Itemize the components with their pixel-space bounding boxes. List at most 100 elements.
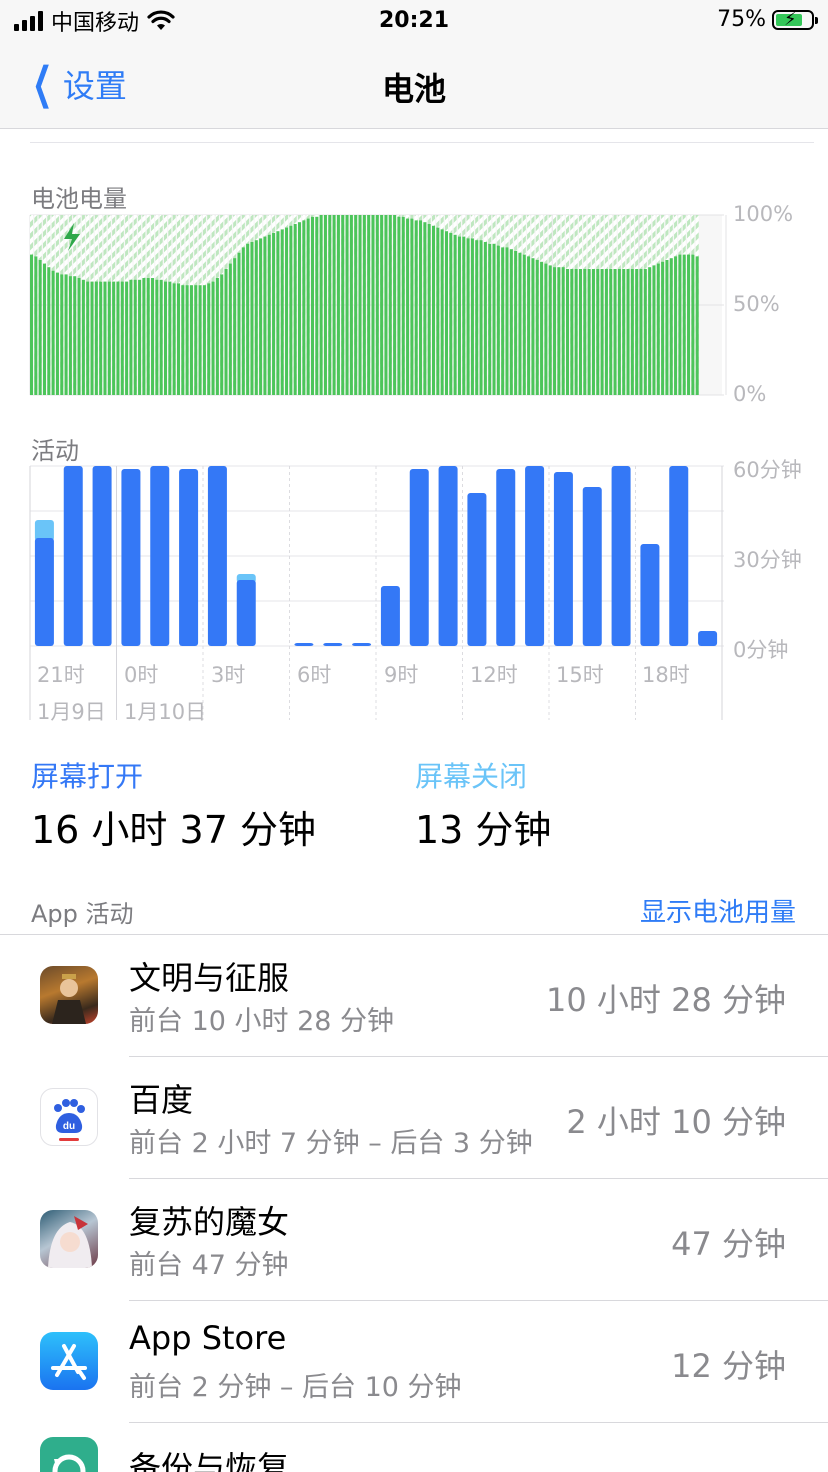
battery-level-bar [362, 215, 366, 395]
screen-time-summary: 屏幕打开 16 小时 37 分钟 屏幕关闭 13 分钟 [0, 755, 828, 852]
app-total-time: 12 分钟 [671, 1347, 786, 1385]
battery-level-bar [151, 278, 155, 395]
activity-bar-screen-on [352, 643, 372, 646]
show-battery-usage-link[interactable]: 显示电池用量 [640, 892, 796, 929]
battery-level-bar [30, 254, 34, 395]
battery-level-bar [332, 215, 336, 395]
app-row-app-store[interactable]: App Store 前台 2 分钟 – 后台 10 分钟 12 分钟 [0, 1301, 828, 1423]
battery-level-bar [99, 281, 103, 395]
battery-level-bar [345, 215, 349, 395]
battery-level-bar [142, 278, 146, 395]
screen-on-label: 屏幕打开 [31, 760, 144, 793]
battery-level-bar [120, 281, 124, 395]
activity-bar-screen-on [640, 544, 660, 646]
battery-level-bar [466, 238, 470, 395]
battery-level-bar [259, 238, 263, 395]
battery-level-bar [501, 247, 505, 395]
battery-level-bar [423, 222, 427, 395]
battery-level-bar [492, 243, 496, 395]
baidu-app-icon: du [40, 1088, 98, 1146]
battery-level-bar [133, 279, 137, 395]
battery-level-bar [643, 269, 647, 395]
battery-level-bar [600, 269, 604, 395]
activity-bar-screen-on [553, 472, 573, 646]
screen-on-summary[interactable]: 屏幕打开 16 小时 37 分钟 [31, 755, 316, 854]
battery-level-bar [125, 281, 129, 395]
activity-bar-screen-on [34, 538, 54, 646]
battery-level-bar [449, 233, 453, 395]
battery-level-bar [617, 269, 621, 395]
battery-level-bar [254, 240, 258, 395]
battery-level-bar [630, 269, 634, 395]
activity-bar-screen-on [409, 469, 429, 646]
charging-bolt-icon: ⚡ [784, 8, 797, 30]
battery-level-bar [176, 283, 180, 395]
battery-level-bar [310, 216, 314, 395]
app-detail: 前台 10 小时 28 分钟 [129, 1006, 395, 1037]
battery-level-bar [138, 279, 142, 395]
app-name: 备份与恢复 [129, 1449, 290, 1472]
battery-level-bar [181, 285, 185, 395]
witch-game-icon [40, 1210, 98, 1268]
battery-level-bar [384, 215, 388, 395]
battery-level-bar [518, 252, 522, 395]
battery-level-bar [306, 218, 310, 395]
battery-percent: 75% [717, 7, 766, 32]
activity-bar-screen-on [150, 466, 170, 646]
battery-level-bar [116, 281, 120, 395]
battery-level-bar [285, 227, 289, 395]
app-row-witch[interactable]: 复苏的魔女 前台 47 分钟 47 分钟 [0, 1179, 828, 1301]
battery-level-bar [298, 222, 302, 395]
battery-level-bar [302, 220, 306, 395]
top-bar: 中国移动 20:21 75% ⚡ ❮ 设置 电池 [0, 0, 828, 129]
screen-off-value: 13 分钟 [415, 808, 552, 852]
battery-level-bar [60, 274, 64, 395]
battery-level-bar [146, 278, 150, 395]
battery-level-bar [280, 229, 284, 395]
battery-level-bar [557, 267, 561, 395]
activity-axis-60: 60分钟 [733, 458, 802, 482]
app-row-civilization[interactable]: 文明与征服 前台 10 小时 28 分钟 10 小时 28 分钟 [0, 935, 828, 1057]
battery-level-bar [436, 227, 440, 395]
screen-off-summary[interactable]: 屏幕关闭 13 分钟 [415, 755, 551, 854]
app-row-baidu[interactable]: du 百度 前台 2 小时 7 分钟 – 后台 3 分钟 2 小时 10 分钟 [0, 1057, 828, 1179]
battery-level-bar [319, 215, 323, 395]
battery-level-bar [609, 269, 613, 395]
activity-bar-screen-on [582, 487, 602, 646]
battery-level-bar [349, 215, 353, 395]
battery-level-bar [591, 269, 595, 395]
battery-level-bar [341, 215, 345, 395]
battery-level-bar [578, 269, 582, 395]
app-store-icon [40, 1332, 98, 1390]
x-tick-0: 0时 [124, 663, 159, 687]
battery-level-bar [613, 269, 617, 395]
battery-level-bar [548, 265, 552, 395]
battery-level-bar [237, 252, 241, 395]
status-time: 20:21 [378, 8, 450, 33]
battery-level-bar [233, 258, 237, 395]
screen-off-label: 屏幕关闭 [415, 760, 528, 793]
battery-level-bar [695, 256, 699, 395]
battery-level-bar [375, 215, 379, 395]
activity-bar-screen-on [121, 469, 141, 646]
battery-level-bar [55, 272, 59, 395]
battery-axis-50: 50% [733, 292, 780, 316]
x-tick-12: 12时 [470, 663, 518, 687]
battery-level-bar [323, 215, 327, 395]
battery-level-bar [432, 225, 436, 395]
battery-level-bar [358, 215, 362, 395]
battery-level-bar [94, 281, 98, 395]
battery-level-bar [522, 254, 526, 395]
activity-bar-screen-on [294, 643, 314, 646]
battery-level-bar [596, 269, 600, 395]
battery-level-bar [652, 265, 656, 395]
battery-level-bar [289, 225, 293, 395]
activity-bar-screen-off [34, 520, 54, 541]
battery-level-bar [639, 269, 643, 395]
backup-restore-icon [40, 1437, 98, 1472]
battery-level-bar [669, 258, 673, 395]
activity-bar-screen-on [611, 466, 631, 646]
app-row-backup[interactable]: 备份与恢复 [0, 1423, 828, 1472]
battery-level-bar [635, 269, 639, 395]
battery-level-bar [81, 279, 85, 395]
